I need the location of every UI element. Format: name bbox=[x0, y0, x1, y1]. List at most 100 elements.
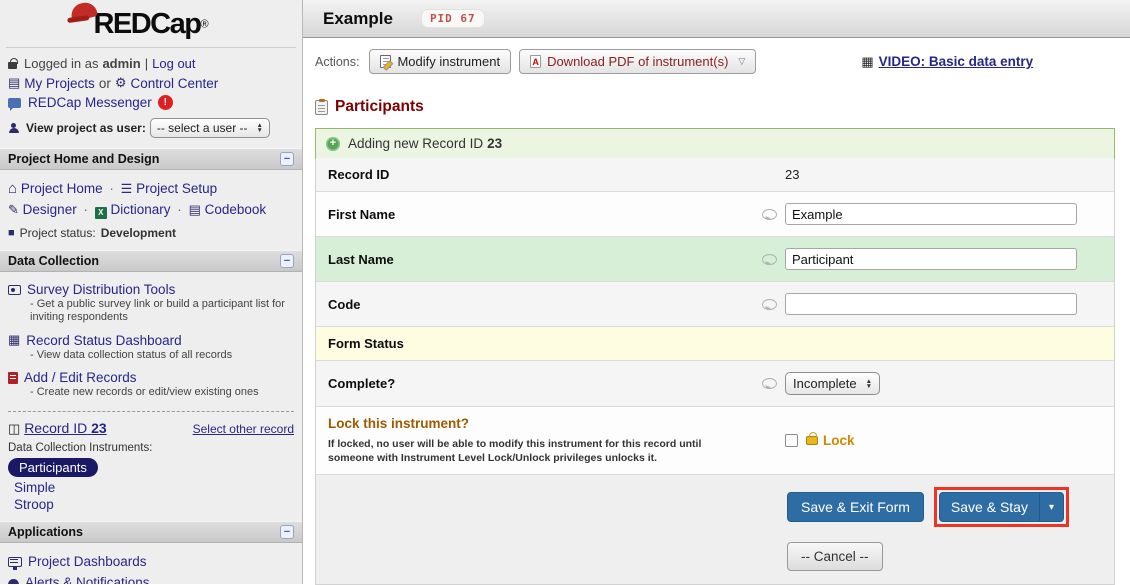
comment-bubble-icon[interactable] bbox=[762, 208, 777, 220]
comment-bubble-icon[interactable] bbox=[762, 298, 777, 310]
save-exit-form-button[interactable]: Save & Exit Form bbox=[787, 492, 924, 522]
download-pdf-label: Download PDF of instrument(s) bbox=[547, 54, 729, 69]
page-header: Example PID 67 bbox=[303, 0, 1130, 38]
collapse-button[interactable]: − bbox=[280, 152, 294, 166]
lock-icon bbox=[8, 58, 18, 69]
main-content: Example PID 67 Actions: Modify instrumen… bbox=[303, 0, 1130, 585]
complete-label: Complete? bbox=[328, 376, 396, 391]
lock-description: If locked, no user will be able to modif… bbox=[328, 438, 702, 464]
logo-text: REDCap bbox=[93, 8, 202, 40]
record-id-link[interactable]: Record ID 23 bbox=[24, 420, 107, 436]
instrument-heading: Participants bbox=[315, 98, 1130, 116]
project-status-label: Project status: bbox=[19, 226, 96, 240]
code-label: Code bbox=[328, 296, 361, 312]
messenger-link[interactable]: REDCap Messenger bbox=[28, 95, 152, 110]
complete-select[interactable]: Incomplete ▲ ▼ bbox=[785, 372, 881, 395]
my-projects-link[interactable]: My Projects bbox=[24, 76, 95, 91]
film-icon: ▦ bbox=[861, 53, 874, 69]
lock-checkbox[interactable] bbox=[785, 434, 798, 447]
project-dashboards-item: Project Dashboards bbox=[0, 548, 302, 570]
home-icon: ⌂ bbox=[8, 180, 18, 197]
cancel-line: -- Cancel -- bbox=[316, 542, 1114, 571]
messenger-row: REDCap Messenger ! bbox=[0, 93, 302, 112]
section-applications: Applications − bbox=[0, 521, 302, 543]
codebook-link[interactable]: Codebook bbox=[205, 202, 267, 217]
cancel-button[interactable]: -- Cancel -- bbox=[787, 542, 883, 571]
login-row: Logged in as admin | Log out bbox=[0, 54, 302, 73]
first-name-input[interactable] bbox=[785, 203, 1077, 225]
view-as-row: View project as user: -- select a user -… bbox=[0, 116, 302, 140]
modify-button-label: Modify instrument bbox=[397, 54, 501, 69]
redcap-app: REDCap® Logged in as admin | Log out ▤ M… bbox=[0, 0, 1130, 585]
dot-separator: · bbox=[83, 202, 88, 217]
save-stay-button[interactable]: Save & Stay bbox=[940, 493, 1039, 521]
comment-bubble-icon[interactable] bbox=[762, 378, 777, 389]
data-entry-form: + Adding new Record ID 23 Record ID 23 Fi… bbox=[315, 128, 1115, 585]
save-buttons-line: Save & Exit Form Save & Stay ▾ bbox=[316, 487, 1114, 527]
section-data-collection: Data Collection − bbox=[0, 250, 302, 272]
video-basic-data-entry-link[interactable]: VIDEO: Basic data entry bbox=[879, 54, 1034, 69]
save-stay-annotation-box: Save & Stay ▾ bbox=[933, 487, 1069, 527]
project-home-link[interactable]: Project Home bbox=[21, 181, 103, 196]
section-title: Data Collection bbox=[8, 254, 99, 268]
status-square-icon: ■ bbox=[8, 227, 15, 239]
page-title: Example bbox=[323, 8, 393, 28]
add-edit-item: Add / Edit Records bbox=[0, 364, 302, 385]
modify-icon bbox=[380, 55, 392, 68]
modify-instrument-button[interactable]: Modify instrument bbox=[369, 49, 512, 74]
download-pdf-button[interactable]: Download PDF of instrument(s) ▽ bbox=[519, 49, 757, 74]
document-icon bbox=[8, 371, 18, 384]
collapse-button[interactable]: − bbox=[280, 525, 294, 539]
survey-icon bbox=[8, 284, 21, 295]
designer-link[interactable]: Designer bbox=[23, 202, 77, 217]
record-status-dashboard-link[interactable]: Record Status Dashboard bbox=[26, 333, 181, 348]
sidebar: REDCap® Logged in as admin | Log out ▤ M… bbox=[0, 0, 303, 584]
instruments-label: Data Collection Instruments: bbox=[8, 442, 153, 454]
survey-distribution-link[interactable]: Survey Distribution Tools bbox=[27, 282, 175, 297]
sidebar-instrument-simple[interactable]: Simple bbox=[14, 479, 302, 496]
collapse-button[interactable]: − bbox=[280, 254, 294, 268]
banner-record-id: 23 bbox=[487, 136, 503, 151]
record-id-value: 23 bbox=[785, 167, 800, 182]
first-name-value-cell bbox=[762, 192, 1114, 236]
view-as-label: View project as user: bbox=[26, 121, 146, 135]
excel-icon: X bbox=[94, 206, 107, 219]
control-center-link[interactable]: Control Center bbox=[130, 76, 218, 91]
redcap-logo: REDCap® bbox=[0, 0, 302, 45]
record-dashboard-desc: - View data collection status of all rec… bbox=[30, 349, 233, 361]
padlock-icon bbox=[806, 432, 818, 445]
code-input[interactable] bbox=[785, 293, 1077, 315]
add-edit-records-link[interactable]: Add / Edit Records bbox=[24, 370, 137, 385]
sidebar-instrument-participants[interactable]: Participants bbox=[8, 458, 98, 477]
select-other-record-link[interactable]: Select other record bbox=[193, 422, 294, 436]
last-name-label: Last Name bbox=[328, 251, 394, 267]
banner-text: Adding new Record ID 23 bbox=[348, 136, 503, 151]
current-record-row: ◫ Record ID 23 Select other record bbox=[0, 418, 302, 439]
home-design-links: ⌂ Project Home · ☰ Project Setup ✎ Desig… bbox=[0, 170, 302, 224]
chat-bubble-icon bbox=[8, 97, 21, 111]
dictionary-link[interactable]: Dictionary bbox=[111, 202, 171, 217]
pdf-icon bbox=[530, 55, 542, 68]
sidebar-instrument-stroop[interactable]: Stroop bbox=[14, 496, 302, 513]
view-as-user-select[interactable]: -- select a user -- ▲ ▼ bbox=[149, 118, 270, 138]
login-username: admin bbox=[102, 56, 141, 71]
lock-cell: Lock this instrument? If locked, no user… bbox=[316, 407, 762, 474]
add-edit-desc: - Create new records or edit/view existi… bbox=[30, 386, 259, 398]
lock-row: Lock this instrument? If locked, no user… bbox=[316, 406, 1114, 474]
code-value-cell bbox=[762, 282, 1114, 326]
alerts-notifications-link[interactable]: Alerts & Notifications bbox=[25, 575, 150, 584]
comment-bubble-icon[interactable] bbox=[762, 253, 777, 265]
save-stay-caret-button[interactable]: ▾ bbox=[1038, 493, 1063, 521]
project-dashboards-link[interactable]: Project Dashboards bbox=[28, 554, 147, 569]
lock-value-cell: Lock bbox=[762, 425, 1114, 456]
dot-separator: · bbox=[177, 202, 182, 217]
logout-link[interactable]: Log out bbox=[152, 56, 195, 71]
record-table-icon: ◫ bbox=[8, 421, 21, 436]
login-separator: | bbox=[144, 56, 149, 71]
lock-label: Lock bbox=[823, 433, 855, 448]
save-buttons-row: Save & Exit Form Save & Stay ▾ -- Cancel… bbox=[316, 474, 1114, 584]
book-icon: ▤ bbox=[188, 202, 201, 217]
last-name-input[interactable] bbox=[785, 248, 1077, 270]
project-setup-link[interactable]: Project Setup bbox=[136, 181, 217, 196]
video-link-wrap: ▦ VIDEO: Basic data entry bbox=[861, 54, 1033, 70]
